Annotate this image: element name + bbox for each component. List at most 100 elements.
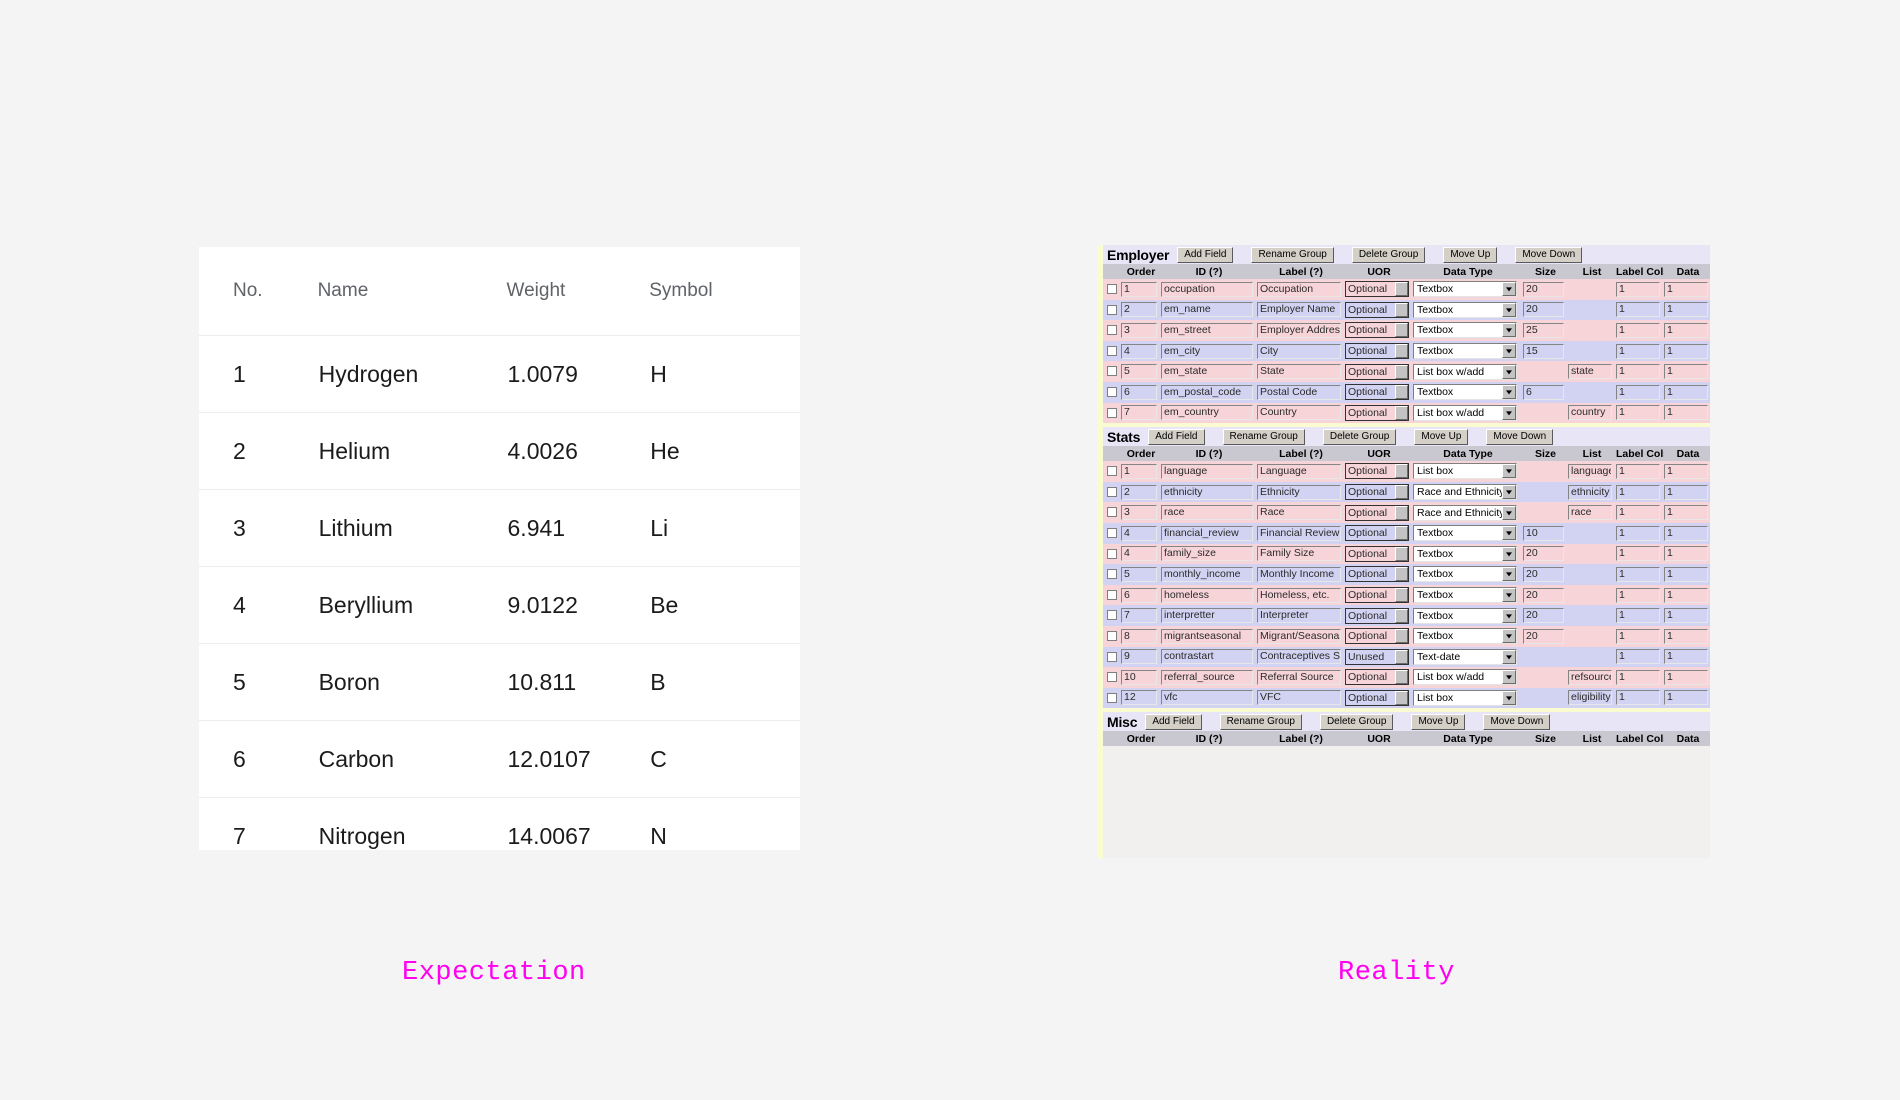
list-input[interactable]: refsource (1568, 669, 1612, 685)
label-cols-input[interactable]: 1 (1616, 343, 1660, 359)
order-input[interactable]: 7 (1121, 405, 1157, 421)
field-label-input[interactable]: Employer Address (1257, 322, 1341, 338)
uor-combobox[interactable]: Optional (1345, 343, 1409, 360)
field-label-input[interactable]: State (1257, 364, 1341, 380)
list-input[interactable]: country (1568, 405, 1612, 421)
order-input[interactable]: 9 (1121, 649, 1157, 665)
chevron-down-icon[interactable] (1502, 405, 1516, 420)
add-field-button[interactable]: Add Field (1177, 246, 1234, 263)
data-type-select[interactable]: Textbox (1413, 566, 1517, 583)
chevron-down-icon[interactable] (1502, 323, 1516, 338)
chevron-down-icon[interactable] (1502, 505, 1516, 520)
data-cols-input[interactable]: 1 (1664, 608, 1708, 624)
label-cols-input[interactable]: 1 (1616, 505, 1660, 521)
add-field-button[interactable]: Add Field (1148, 428, 1205, 445)
chevron-down-icon[interactable] (1502, 526, 1516, 541)
data-cols-input[interactable]: 1 (1664, 587, 1708, 603)
uor-combobox[interactable]: Optional (1345, 545, 1409, 562)
chevron-down-icon[interactable] (1502, 588, 1516, 603)
label-cols-input[interactable]: 1 (1616, 628, 1660, 644)
field-id-input[interactable]: family_size (1161, 546, 1253, 562)
data-type-select[interactable]: Race and Ethnicity (1413, 504, 1517, 521)
data-type-select[interactable]: Textbox (1413, 343, 1517, 360)
chevron-down-icon[interactable] (1502, 670, 1516, 685)
rename-group-button[interactable]: Rename Group (1219, 713, 1302, 730)
size-input[interactable]: 10 (1523, 525, 1564, 541)
uor-dropdown-button-icon[interactable] (1395, 588, 1408, 603)
uor-combobox[interactable]: Optional (1345, 587, 1409, 604)
move-up-button[interactable]: Move Up (1443, 246, 1498, 263)
list-input[interactable]: race (1568, 505, 1612, 521)
row-checkbox[interactable] (1107, 366, 1117, 377)
field-label-input[interactable]: Homeless, etc. (1257, 587, 1341, 603)
label-cols-input[interactable]: 1 (1616, 690, 1660, 706)
chevron-down-icon[interactable] (1502, 567, 1516, 582)
uor-dropdown-button-icon[interactable] (1395, 464, 1408, 479)
uor-combobox[interactable]: Optional (1345, 689, 1409, 706)
size-input[interactable]: 6 (1523, 384, 1564, 400)
order-input[interactable]: 3 (1121, 505, 1157, 521)
data-type-select[interactable]: List box w/add (1413, 404, 1517, 421)
label-cols-input[interactable]: 1 (1616, 587, 1660, 603)
row-checkbox[interactable] (1107, 548, 1117, 559)
row-checkbox[interactable] (1107, 630, 1117, 641)
uor-dropdown-button-icon[interactable] (1395, 505, 1408, 520)
data-cols-input[interactable]: 1 (1664, 302, 1708, 318)
uor-dropdown-button-icon[interactable] (1395, 546, 1408, 561)
field-id-input[interactable]: language (1161, 463, 1253, 479)
label-cols-input[interactable]: 1 (1616, 322, 1660, 338)
data-type-select[interactable]: Race and Ethnicity (1413, 484, 1517, 501)
size-input[interactable]: 20 (1523, 587, 1564, 603)
uor-dropdown-button-icon[interactable] (1395, 302, 1408, 317)
order-input[interactable]: 2 (1121, 302, 1157, 318)
delete-group-button[interactable]: Delete Group (1322, 428, 1397, 445)
chevron-down-icon[interactable] (1502, 629, 1516, 644)
row-checkbox[interactable] (1107, 672, 1117, 683)
field-id-input[interactable]: monthly_income (1161, 566, 1253, 582)
uor-combobox[interactable]: Optional (1345, 628, 1409, 645)
uor-dropdown-button-icon[interactable] (1395, 282, 1408, 297)
order-input[interactable]: 4 (1121, 525, 1157, 541)
chevron-down-icon[interactable] (1502, 364, 1516, 379)
move-up-button[interactable]: Move Up (1414, 428, 1469, 445)
row-checkbox[interactable] (1107, 486, 1117, 497)
field-label-input[interactable]: City (1257, 343, 1341, 359)
data-type-select[interactable]: Textbox (1413, 607, 1517, 624)
order-input[interactable]: 10 (1121, 669, 1157, 685)
chevron-down-icon[interactable] (1502, 649, 1516, 664)
label-cols-input[interactable]: 1 (1616, 484, 1660, 500)
label-cols-input[interactable]: 1 (1616, 608, 1660, 624)
order-input[interactable]: 6 (1121, 587, 1157, 603)
chevron-down-icon[interactable] (1502, 344, 1516, 359)
row-checkbox[interactable] (1107, 407, 1117, 418)
data-type-select[interactable]: List box w/add (1413, 669, 1517, 686)
uor-dropdown-button-icon[interactable] (1395, 526, 1408, 541)
row-checkbox[interactable] (1107, 569, 1117, 580)
data-cols-input[interactable]: 1 (1664, 669, 1708, 685)
field-id-input[interactable]: interpretter (1161, 608, 1253, 624)
order-input[interactable]: 5 (1121, 566, 1157, 582)
field-id-input[interactable]: em_street (1161, 322, 1253, 338)
label-cols-input[interactable]: 1 (1616, 302, 1660, 318)
list-input[interactable]: language (1568, 463, 1612, 479)
size-input[interactable]: 20 (1523, 608, 1564, 624)
order-input[interactable]: 12 (1121, 690, 1157, 706)
uor-combobox[interactable]: Optional (1345, 463, 1409, 480)
data-cols-input[interactable]: 1 (1664, 628, 1708, 644)
data-cols-input[interactable]: 1 (1664, 463, 1708, 479)
field-label-input[interactable]: Race (1257, 505, 1341, 521)
delete-group-button[interactable]: Delete Group (1351, 246, 1426, 263)
uor-dropdown-button-icon[interactable] (1395, 567, 1408, 582)
add-field-button[interactable]: Add Field (1145, 713, 1202, 730)
move-up-button[interactable]: Move Up (1411, 713, 1466, 730)
uor-combobox[interactable]: Unused (1345, 648, 1409, 665)
row-checkbox[interactable] (1107, 692, 1117, 703)
data-cols-input[interactable]: 1 (1664, 322, 1708, 338)
field-id-input[interactable]: referral_source (1161, 669, 1253, 685)
field-label-input[interactable]: Employer Name (1257, 302, 1341, 318)
uor-combobox[interactable]: Optional (1345, 404, 1409, 421)
chevron-down-icon[interactable] (1502, 608, 1516, 623)
data-type-select[interactable]: List box (1413, 463, 1517, 480)
rename-group-button[interactable]: Rename Group (1222, 428, 1305, 445)
label-cols-input[interactable]: 1 (1616, 546, 1660, 562)
